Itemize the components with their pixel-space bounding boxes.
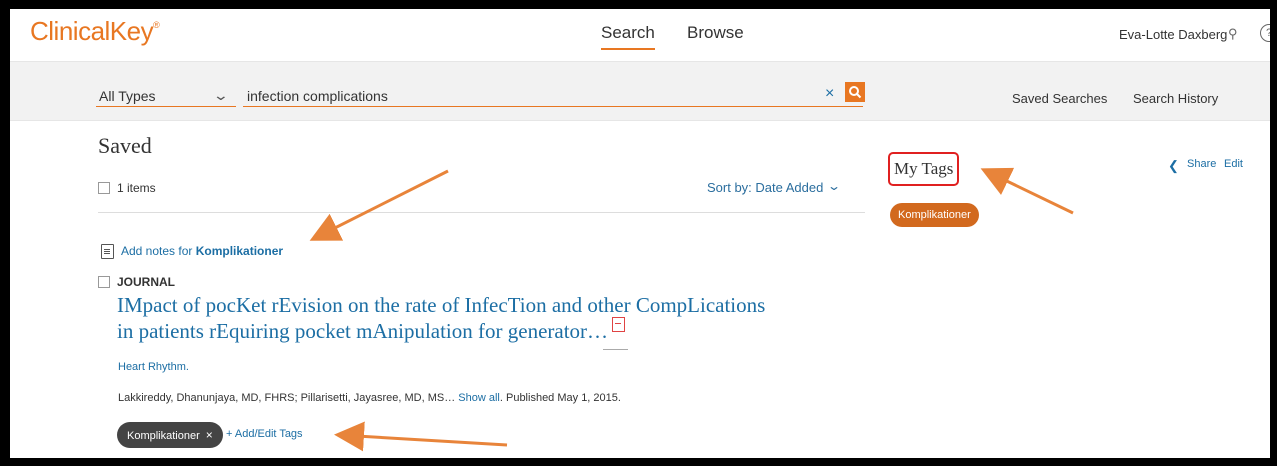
- select-all-checkbox[interactable]: [98, 182, 110, 194]
- edit-link[interactable]: Edit: [1224, 158, 1243, 170]
- top-bar: ClinicalKey® Search Browse Eva-Lotte Dax…: [10, 9, 1270, 61]
- my-tags-heading: My Tags: [888, 152, 960, 186]
- search-history-link[interactable]: Search History: [1133, 91, 1218, 106]
- result-type: JOURNAL: [117, 275, 176, 289]
- nav-search[interactable]: Search: [601, 23, 655, 43]
- title-ellipsis-underline: [603, 349, 628, 350]
- result-authors: Lakkireddy, Dhanunjaya, MD, FHRS; Pillar…: [118, 392, 621, 404]
- add-edit-tags-link[interactable]: + Add/Edit Tags: [226, 428, 303, 440]
- clear-search-icon[interactable]: ×: [825, 85, 834, 103]
- share-icon[interactable]: ❮: [1168, 158, 1179, 174]
- remove-tag-icon[interactable]: ×: [206, 428, 213, 442]
- user-name[interactable]: Eva-Lotte Daxberg: [1119, 27, 1227, 42]
- note-icon: [101, 244, 114, 259]
- sort-by-dropdown[interactable]: Sort by: Date Added: [707, 180, 823, 195]
- items-count: 1 items: [117, 181, 156, 195]
- help-icon[interactable]: ?: [1260, 24, 1270, 42]
- search-input[interactable]: infection complications: [247, 88, 388, 104]
- chevron-down-icon[interactable]: ⌄: [213, 87, 229, 104]
- select-underline: [96, 106, 236, 107]
- annotation-arrow: [309, 169, 449, 241]
- page-title: Saved: [98, 133, 152, 158]
- saved-searches-link[interactable]: Saved Searches: [1012, 91, 1107, 106]
- share-link[interactable]: Share: [1187, 158, 1216, 170]
- magnifier-icon: [849, 86, 862, 99]
- search-bar: All Types ⌄ infection complications × Sa…: [10, 61, 1270, 121]
- content-type-select[interactable]: All Types: [99, 88, 156, 104]
- journal-link[interactable]: Heart Rhythm.: [118, 361, 189, 373]
- pdf-icon[interactable]: [612, 317, 626, 332]
- search-submit-button[interactable]: [845, 82, 865, 102]
- app-window: ClinicalKey® Search Browse Eva-Lotte Dax…: [10, 9, 1270, 458]
- annotation-arrow: [980, 167, 1074, 215]
- clinicalkey-logo[interactable]: ClinicalKey®: [30, 16, 160, 47]
- sidebar-tag[interactable]: Komplikationer: [890, 203, 979, 227]
- result-checkbox[interactable]: [98, 276, 110, 288]
- annotation-arrow: [334, 421, 508, 452]
- result-tag-chip[interactable]: Komplikationer ×: [117, 422, 223, 448]
- result-title-link[interactable]: IMpact of pocKet rEvision on the rate of…: [117, 292, 837, 344]
- show-all-link[interactable]: Show all: [458, 392, 500, 404]
- search-input-underline: [243, 106, 863, 107]
- add-notes-link[interactable]: Add notes for Komplikationer: [121, 244, 283, 258]
- person-icon[interactable]: ⚲: [1228, 26, 1238, 42]
- nav-browse[interactable]: Browse: [687, 23, 744, 43]
- active-nav-underline: [601, 48, 655, 50]
- chevron-down-icon[interactable]: ⌄: [827, 179, 841, 193]
- divider: [98, 212, 865, 213]
